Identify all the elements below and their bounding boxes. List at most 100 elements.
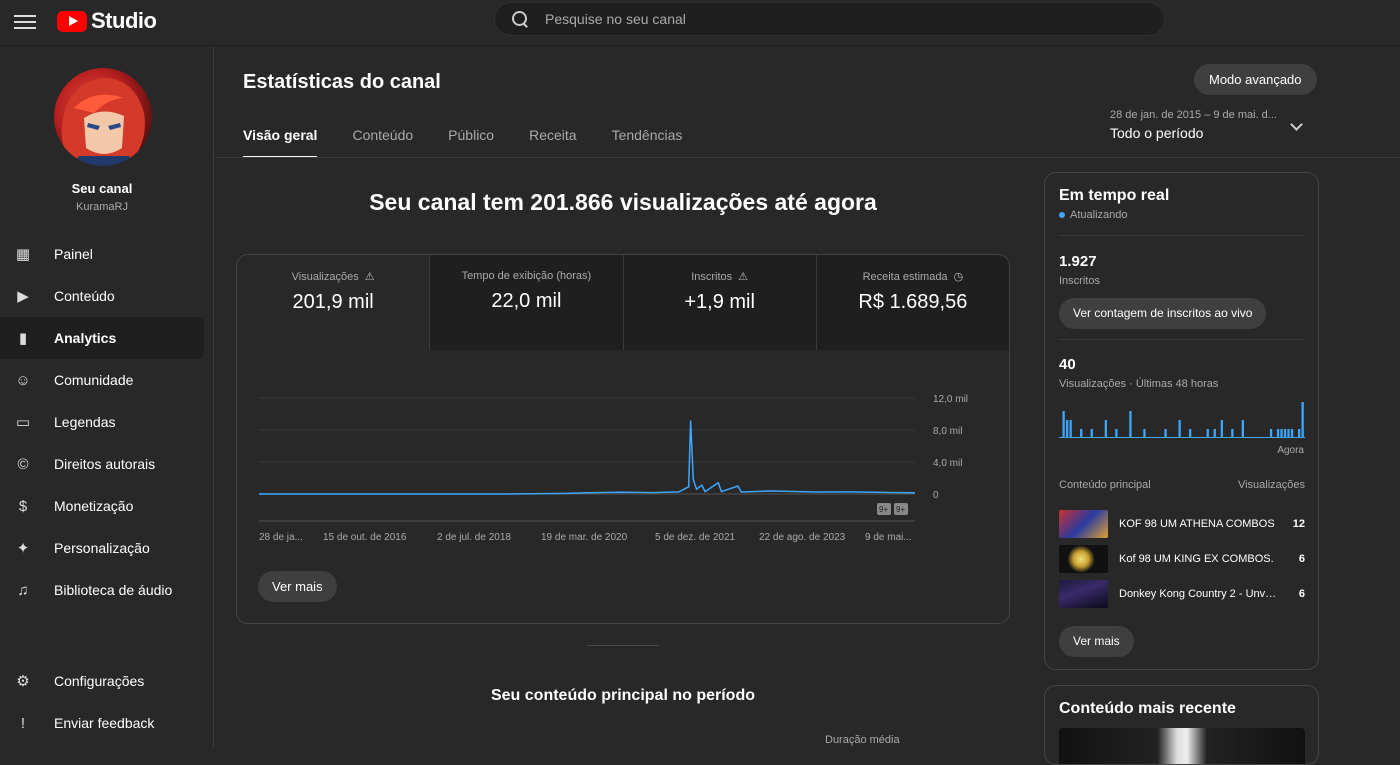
menu-icon[interactable] xyxy=(14,11,36,33)
sidebar-item-label: Direitos autorais xyxy=(54,456,156,472)
sidebar-item-conteudo[interactable]: ▶ Conteúdo xyxy=(0,275,204,317)
period-label: Todo o período xyxy=(1110,125,1204,141)
metric-revenue[interactable]: Receita estimada ◷ R$ 1.689,56 xyxy=(816,255,1009,350)
sidebar-item-personalizacao[interactable]: ✦ Personalização xyxy=(0,527,204,569)
sidebar-item-painel[interactable]: ▦ Painel xyxy=(0,233,204,275)
x-tick-label: 9 de mai... xyxy=(865,532,912,543)
realtime-bar xyxy=(1143,429,1146,438)
video-views: 12 xyxy=(1292,518,1305,530)
views-line-chart[interactable]: 12,0 mil 8,0 mil 4,0 mil 0 28 de ja... 15 de … xyxy=(237,350,1010,560)
metric-watch-time[interactable]: Tempo de exibição (horas) 22,0 mil xyxy=(430,255,624,350)
realtime-bar xyxy=(1241,420,1244,438)
realtime-bar xyxy=(1080,429,1083,438)
metric-label: Visualizações xyxy=(291,271,359,283)
search-input[interactable] xyxy=(545,11,1125,27)
metric-value: +1,9 mil xyxy=(684,291,755,313)
sidebar-item-legendas[interactable]: ▭ Legendas xyxy=(0,401,204,443)
search-icon[interactable] xyxy=(511,10,529,28)
tab-publico[interactable]: Público xyxy=(448,127,494,158)
audio-library-icon: ♫ xyxy=(17,581,29,599)
sidebar-item-direitos-autorais[interactable]: © Direitos autorais xyxy=(0,443,204,485)
milestone-badge-label: 9+ xyxy=(879,505,888,514)
recent-content-card: Conteúdo mais recente xyxy=(1044,685,1319,765)
x-tick-label: 22 de ago. de 2023 xyxy=(759,532,846,543)
warning-icon: ⚠ xyxy=(738,271,749,283)
realtime-bar xyxy=(1206,429,1209,438)
realtime-subscribers-label: Inscritos xyxy=(1059,275,1100,287)
warning-icon: ⚠ xyxy=(364,271,375,283)
y-tick-label: 12,0 mil xyxy=(933,394,968,405)
video-title: Kof 98 UM KING EX COMBOS. xyxy=(1119,553,1274,565)
video-views: 6 xyxy=(1298,588,1305,600)
realtime-bar xyxy=(1104,420,1107,438)
video-thumbnail xyxy=(1059,510,1108,538)
metric-views[interactable]: Visualizações ⚠ 201,9 mil xyxy=(237,255,431,350)
metric-value: 22,0 mil xyxy=(491,290,562,312)
channel-avatar[interactable] xyxy=(54,68,152,166)
realtime-now-label: Agora xyxy=(1277,445,1304,456)
realtime-ver-mais-button[interactable]: Ver mais xyxy=(1059,626,1134,657)
period-range: 28 de jan. de 2015 – 9 de mai. d... xyxy=(1110,109,1277,121)
x-tick-label: 15 de out. de 2016 xyxy=(323,532,407,543)
studio-logo[interactable]: Studio xyxy=(57,8,157,34)
tab-tendencias[interactable]: Tendências xyxy=(612,127,683,158)
feedback-icon: ! xyxy=(20,714,26,732)
section-divider xyxy=(587,645,659,646)
sidebar-item-label: Monetização xyxy=(54,498,134,514)
sidebar-item-label: Legendas xyxy=(54,414,116,430)
realtime-bar xyxy=(1301,402,1304,438)
sidebar: Seu canal KuramaRJ ▦ Painel ▶ Conteúdo ▮… xyxy=(0,47,214,748)
metric-value: R$ 1.689,56 xyxy=(858,291,968,313)
realtime-bar xyxy=(1276,429,1280,438)
subtitles-icon: ▭ xyxy=(15,414,31,431)
views-series-line xyxy=(259,420,916,495)
realtime-card: Em tempo real Atualizando 1.927 Inscrito… xyxy=(1044,172,1319,670)
sidebar-item-enviar-feedback[interactable]: ! Enviar feedback xyxy=(0,702,204,744)
sidebar-item-label: Comunidade xyxy=(54,372,134,388)
tab-receita[interactable]: Receita xyxy=(529,127,576,158)
sidebar-item-comunidade[interactable]: ☺ Comunidade xyxy=(0,359,204,401)
top-content-row[interactable]: Donkey Kong Country 2 - Unvei... 6 xyxy=(1059,580,1305,608)
recent-content-title: Conteúdo mais recente xyxy=(1059,700,1236,717)
avatar-image xyxy=(61,77,145,166)
monetization-icon: $ xyxy=(18,497,28,515)
realtime-bar xyxy=(1220,420,1223,438)
sidebar-item-biblioteca-audio[interactable]: ♫ Biblioteca de áudio xyxy=(0,569,204,611)
top-content-row[interactable]: Kof 98 UM KING EX COMBOS. 6 xyxy=(1059,545,1305,573)
video-title: KOF 98 UM ATHENA COMBOS xyxy=(1119,518,1275,530)
channel-name: Seu canal xyxy=(71,181,133,196)
advanced-mode-button[interactable]: Modo avançado xyxy=(1194,64,1317,95)
top-bar: Studio xyxy=(0,0,1400,46)
copyright-icon: © xyxy=(17,455,29,473)
metric-label: Receita estimada xyxy=(862,271,948,283)
overview-card: Visualizações ⚠ 201,9 mil Tempo de exibiç… xyxy=(236,254,1010,624)
sidebar-item-label: Enviar feedback xyxy=(54,715,155,731)
realtime-bar xyxy=(1090,429,1093,438)
live-dot-icon xyxy=(1059,212,1065,218)
metric-tabs: Visualizações ⚠ 201,9 mil Tempo de exibiç… xyxy=(237,255,1009,350)
realtime-bar xyxy=(1280,429,1283,438)
customization-icon: ✦ xyxy=(16,540,30,557)
community-icon: ☺ xyxy=(15,371,31,389)
views-header: Visualizações xyxy=(1237,479,1305,491)
sidebar-item-monetizacao[interactable]: $ Monetização xyxy=(0,485,204,527)
realtime-bar xyxy=(1231,429,1234,438)
recent-video-thumbnail[interactable] xyxy=(1059,728,1305,764)
search-bar[interactable] xyxy=(494,2,1165,36)
realtime-bar xyxy=(1069,420,1072,438)
tab-conteudo[interactable]: Conteúdo xyxy=(352,127,413,158)
x-tick-label: 28 de ja... xyxy=(259,532,303,543)
sidebar-item-analytics[interactable]: ▮ Analytics xyxy=(0,317,204,359)
y-tick-label: 8,0 mil xyxy=(933,426,962,437)
sidebar-item-configuracoes[interactable]: ⚙ Configurações xyxy=(0,660,204,702)
realtime-status-text: Atualizando xyxy=(1070,209,1128,221)
live-subscriber-count-button[interactable]: Ver contagem de inscritos ao vivo xyxy=(1059,298,1267,329)
metric-subscribers[interactable]: Inscritos ⚠ +1,9 mil xyxy=(623,255,817,350)
period-selector[interactable]: 28 de jan. de 2015 – 9 de mai. d... Todo… xyxy=(1110,109,1310,141)
top-content-row[interactable]: KOF 98 UM ATHENA COMBOS 12 xyxy=(1059,510,1305,538)
tab-visao-geral[interactable]: Visão geral xyxy=(243,127,318,158)
realtime-subscribers-value: 1.927 xyxy=(1059,253,1097,270)
realtime-bar-chart[interactable] xyxy=(1059,398,1305,438)
ver-mais-button[interactable]: Ver mais xyxy=(258,571,337,602)
metric-label: Tempo de exibição (horas) xyxy=(461,270,592,282)
